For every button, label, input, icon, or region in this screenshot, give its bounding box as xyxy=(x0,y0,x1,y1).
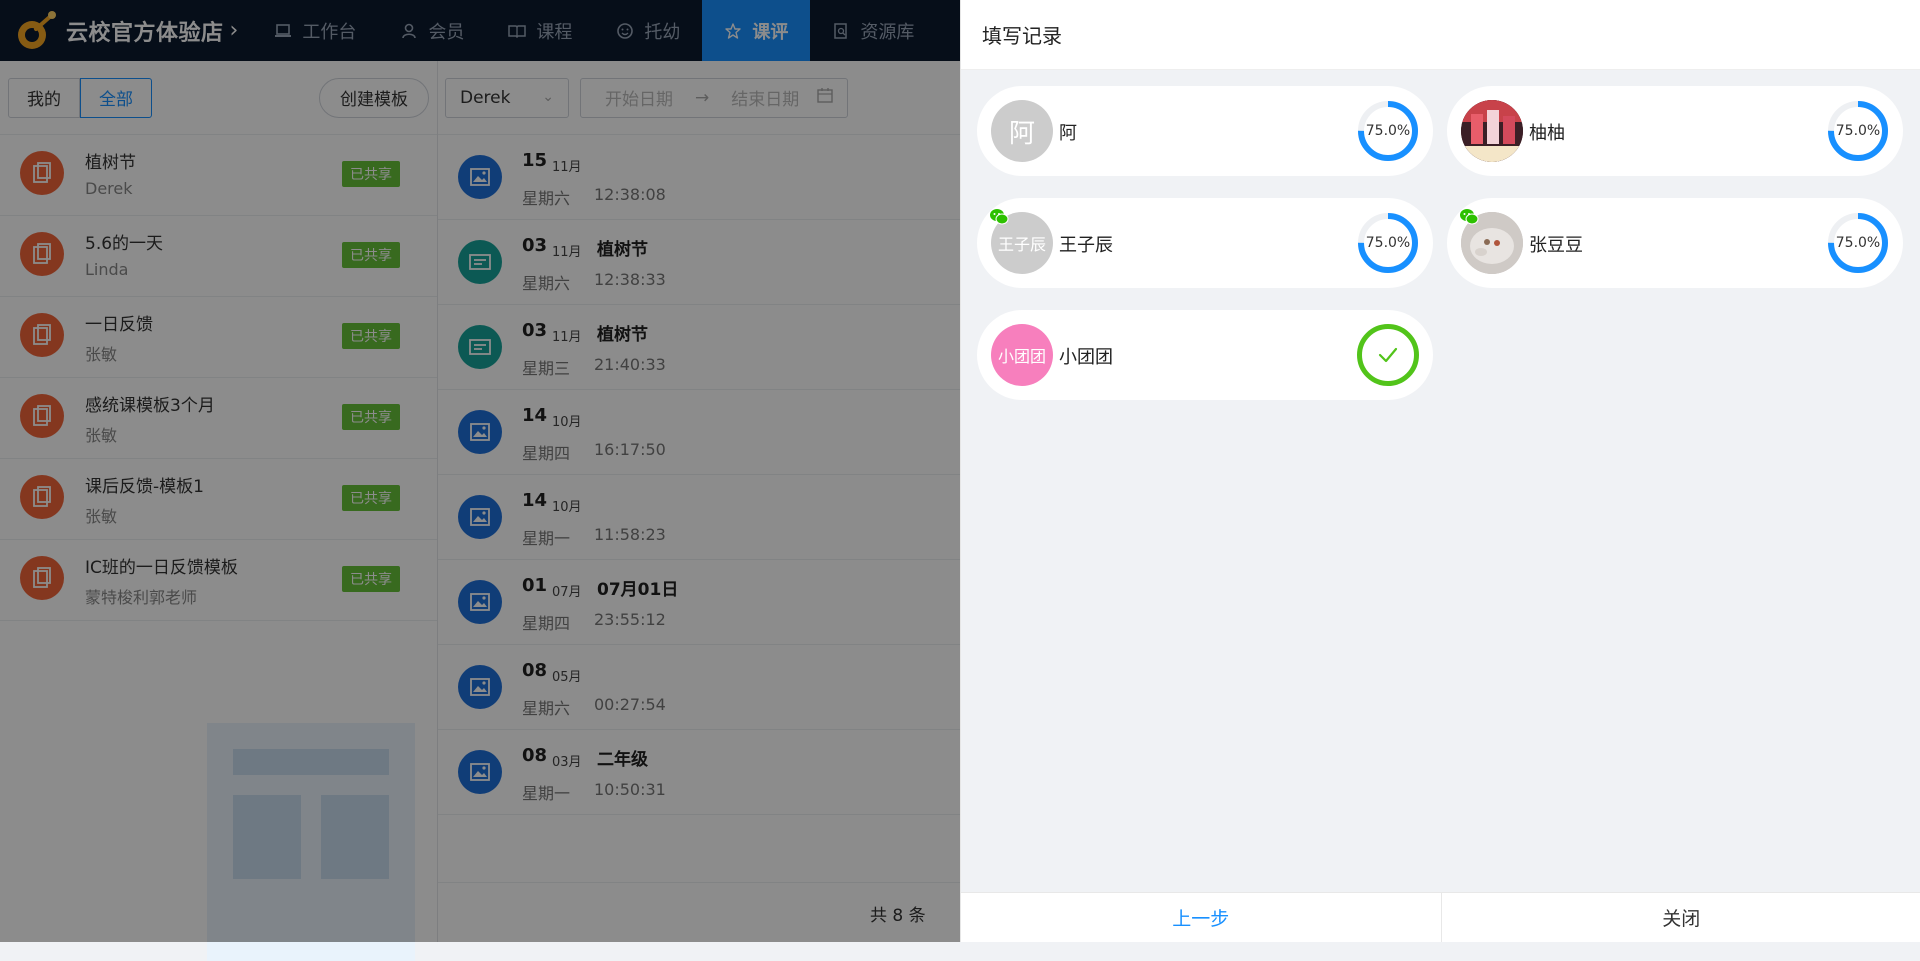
avatar-photo xyxy=(1461,100,1523,162)
progress-label: 75.0% xyxy=(1357,100,1419,162)
student-card[interactable]: 柚柚 75.0% xyxy=(1447,86,1903,176)
student-name: 王子辰 xyxy=(1059,231,1113,257)
student-name: 阿 xyxy=(1059,119,1077,145)
avatar: 阿 xyxy=(991,100,1053,162)
close-button[interactable]: 关闭 xyxy=(1442,893,1920,942)
fill-record-drawer: 填写记录 阿 阿 75.0% 柚柚 75.0% xyxy=(960,0,1920,942)
wechat-icon xyxy=(989,208,1009,226)
avatar-text: 王子辰 xyxy=(998,231,1046,255)
progress-label: 75.0% xyxy=(1827,100,1889,162)
wechat-icon xyxy=(1459,208,1479,226)
avatar: 小团团 xyxy=(991,324,1053,386)
student-card[interactable]: 王子辰 王子辰 75.0% xyxy=(977,198,1433,288)
drawer-footer: 上一步 关闭 xyxy=(961,892,1920,942)
progress-label: 75.0% xyxy=(1357,212,1419,274)
student-card[interactable]: 小团团 小团团 xyxy=(977,310,1433,400)
avatar xyxy=(1461,100,1523,162)
drawer-title: 填写记录 xyxy=(961,0,1920,70)
previous-step-button[interactable]: 上一步 xyxy=(961,893,1442,942)
student-name: 小团团 xyxy=(1059,343,1113,369)
avatar-text: 阿 xyxy=(1009,113,1035,150)
completed-check-icon xyxy=(1357,324,1419,386)
student-card[interactable]: 阿 阿 75.0% xyxy=(977,86,1433,176)
drawer-mask[interactable] xyxy=(0,0,960,942)
avatar-text: 小团团 xyxy=(998,343,1046,367)
student-name: 柚柚 xyxy=(1529,119,1565,145)
student-card[interactable]: 张豆豆 75.0% xyxy=(1447,198,1903,288)
progress-label: 75.0% xyxy=(1827,212,1889,274)
student-name: 张豆豆 xyxy=(1529,231,1583,257)
